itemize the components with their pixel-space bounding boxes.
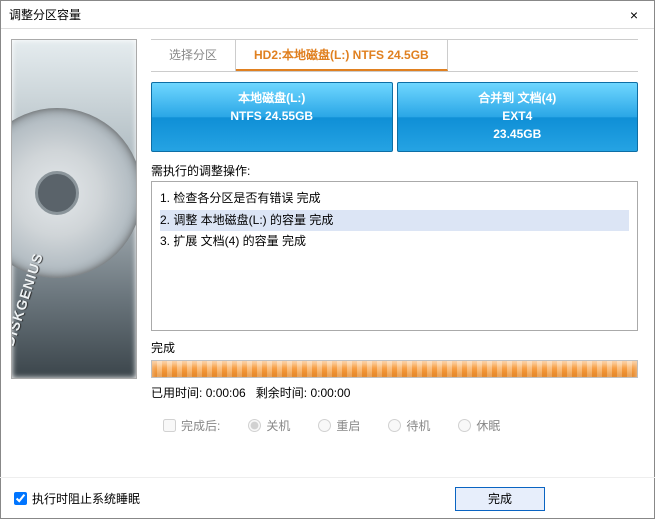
remain-value: 0:00:00: [310, 386, 350, 400]
elapsed-label: 已用时间:: [151, 386, 202, 400]
tab-select-partition[interactable]: 选择分区: [151, 40, 236, 71]
radio-standby[interactable]: 待机: [388, 417, 430, 434]
sidebar: DISKGENIUS: [1, 29, 141, 476]
partition-fs: NTFS 24.55GB: [152, 107, 392, 125]
operations-label: 需执行的调整操作:: [151, 162, 638, 179]
time-row: 已用时间: 0:00:06 剩余时间: 0:00:00: [151, 384, 638, 401]
partition-fs: EXT4: [398, 107, 638, 125]
operations-list: 1. 检查各分区是否有错误 完成 2. 调整 本地磁盘(L:) 的容量 完成 3…: [151, 181, 638, 331]
radio-input[interactable]: [318, 419, 331, 432]
post-action-row: 完成后: 关机 重启 待机 休眠: [151, 417, 638, 434]
window-title: 调整分区容量: [9, 6, 622, 23]
partition-local-disk[interactable]: 本地磁盘(L:) NTFS 24.55GB: [151, 82, 393, 152]
remain-label: 剩余时间:: [256, 386, 307, 400]
bottom-bar: 执行时阻止系统睡眠 完成: [0, 477, 655, 519]
op-item: 1. 检查各分区是否有错误 完成: [160, 188, 629, 210]
elapsed-value: 0:00:06: [206, 386, 246, 400]
partition-merge-target[interactable]: 合并到 文档(4) EXT4 23.45GB: [397, 82, 639, 152]
radio-shutdown[interactable]: 关机: [248, 417, 290, 434]
op-item: 2. 调整 本地磁盘(L:) 的容量 完成: [160, 210, 629, 232]
tab-active-disk[interactable]: HD2:本地磁盘(L:) NTFS 24.5GB: [236, 40, 448, 71]
partition-bar: 本地磁盘(L:) NTFS 24.55GB 合并到 文档(4) EXT4 23.…: [151, 82, 638, 152]
status-text: 完成: [151, 339, 638, 356]
partition-name: 本地磁盘(L:): [152, 89, 392, 107]
prevent-sleep-input[interactable]: [14, 492, 27, 505]
after-checkbox[interactable]: 完成后:: [163, 417, 220, 434]
radio-hibernate[interactable]: 休眠: [458, 417, 500, 434]
partition-name: 合并到 文档(4): [398, 89, 638, 107]
radio-input[interactable]: [458, 419, 471, 432]
op-item: 3. 扩展 文档(4) 的容量 完成: [160, 231, 629, 253]
tabs: 选择分区 HD2:本地磁盘(L:) NTFS 24.5GB: [151, 39, 638, 72]
radio-restart[interactable]: 重启: [318, 417, 360, 434]
after-label: 完成后:: [181, 417, 220, 434]
prevent-sleep-checkbox[interactable]: 执行时阻止系统睡眠: [14, 490, 140, 507]
progress-bar: [151, 360, 638, 378]
disk-image: DISKGENIUS: [11, 39, 137, 379]
radio-input[interactable]: [248, 419, 261, 432]
prevent-sleep-label: 执行时阻止系统睡眠: [32, 490, 140, 507]
close-icon[interactable]: ×: [622, 7, 646, 23]
titlebar: 调整分区容量 ×: [1, 1, 654, 29]
radio-input[interactable]: [388, 419, 401, 432]
partition-size: 23.45GB: [398, 125, 638, 143]
done-button[interactable]: 完成: [455, 487, 545, 511]
after-checkbox-input[interactable]: [163, 419, 176, 432]
